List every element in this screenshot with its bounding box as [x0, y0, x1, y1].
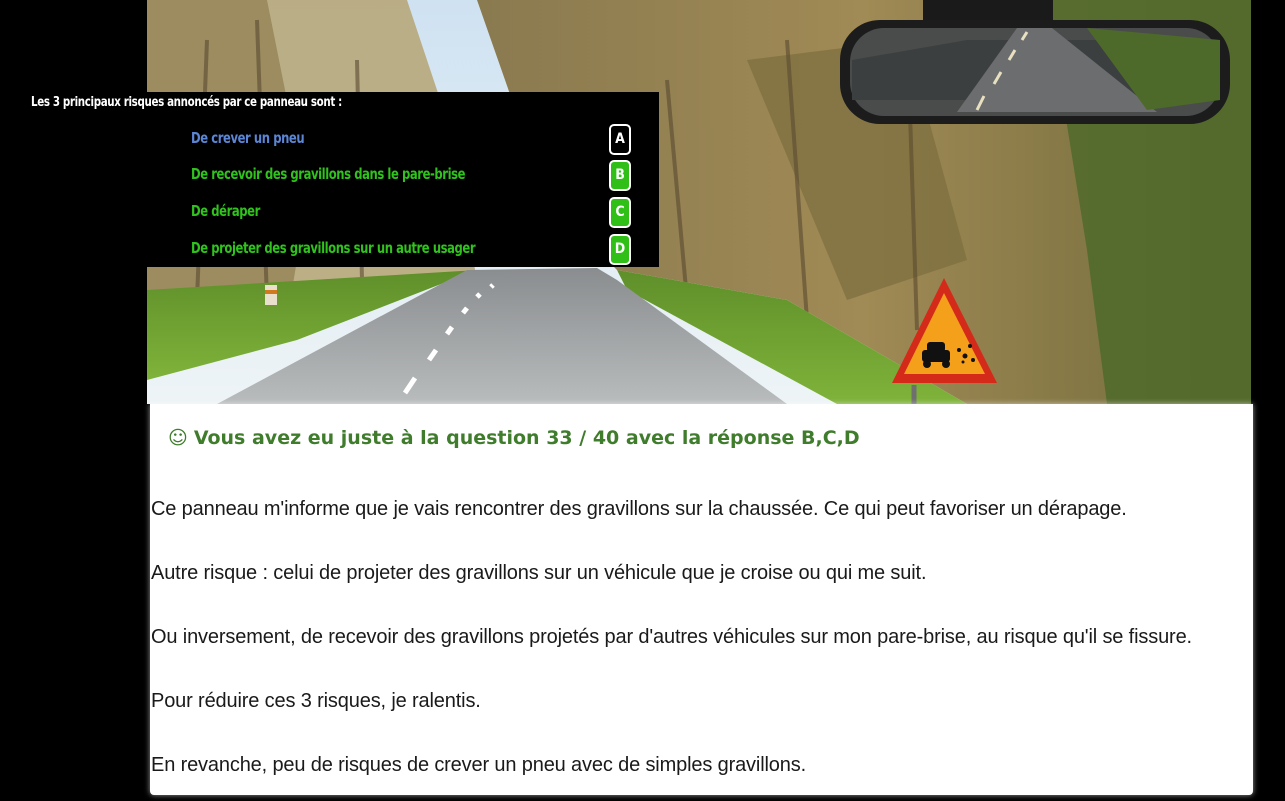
explanation-paragraph: Autre risque : celui de projeter des gra…	[151, 562, 927, 584]
answer-label: De déraper	[191, 202, 260, 220]
question-panel: Les 3 principaux risques annoncés par ce…	[25, 92, 659, 267]
answer-label: De crever un pneu	[191, 129, 305, 147]
smiley-icon: ☺	[168, 427, 188, 449]
answer-key-a-button[interactable]: A	[609, 124, 631, 155]
explanation-paragraph: Pour réduire ces 3 risques, je ralentis.	[151, 690, 481, 712]
answer-key-c-button[interactable]: C	[609, 197, 631, 228]
result-card: ☺ Vous avez eu juste à la question 33 / 4…	[150, 404, 1253, 795]
question-text: Les 3 principaux risques annoncés par ce…	[31, 95, 342, 110]
answer-option-c[interactable]: De déraper C	[25, 196, 659, 228]
answer-key-b-button[interactable]: B	[609, 160, 631, 191]
quiz-screen: Les 3 principaux risques annoncés par ce…	[0, 0, 1285, 801]
answer-option-a[interactable]: De crever un pneu A	[25, 123, 659, 155]
answer-option-d[interactable]: De projeter des gravillons sur un autre …	[25, 233, 659, 265]
answer-label: De projeter des gravillons sur un autre …	[191, 239, 476, 257]
answer-option-b[interactable]: De recevoir des gravillons dans le pare-…	[25, 159, 659, 191]
result-header: ☺ Vous avez eu juste à la question 33 / 4…	[168, 427, 860, 449]
answer-label: De recevoir des gravillons dans le pare-…	[191, 165, 466, 183]
result-header-text: Vous avez eu juste à la question 33 / 40…	[193, 427, 860, 449]
explanation-paragraph: Ce panneau m'informe que je vais rencont…	[151, 498, 1127, 520]
explanation-paragraph: Ou inversement, de recevoir des gravillo…	[151, 626, 1192, 648]
answer-key-d-button[interactable]: D	[609, 234, 631, 265]
explanation-paragraph: En revanche, peu de risques de crever un…	[151, 754, 806, 776]
